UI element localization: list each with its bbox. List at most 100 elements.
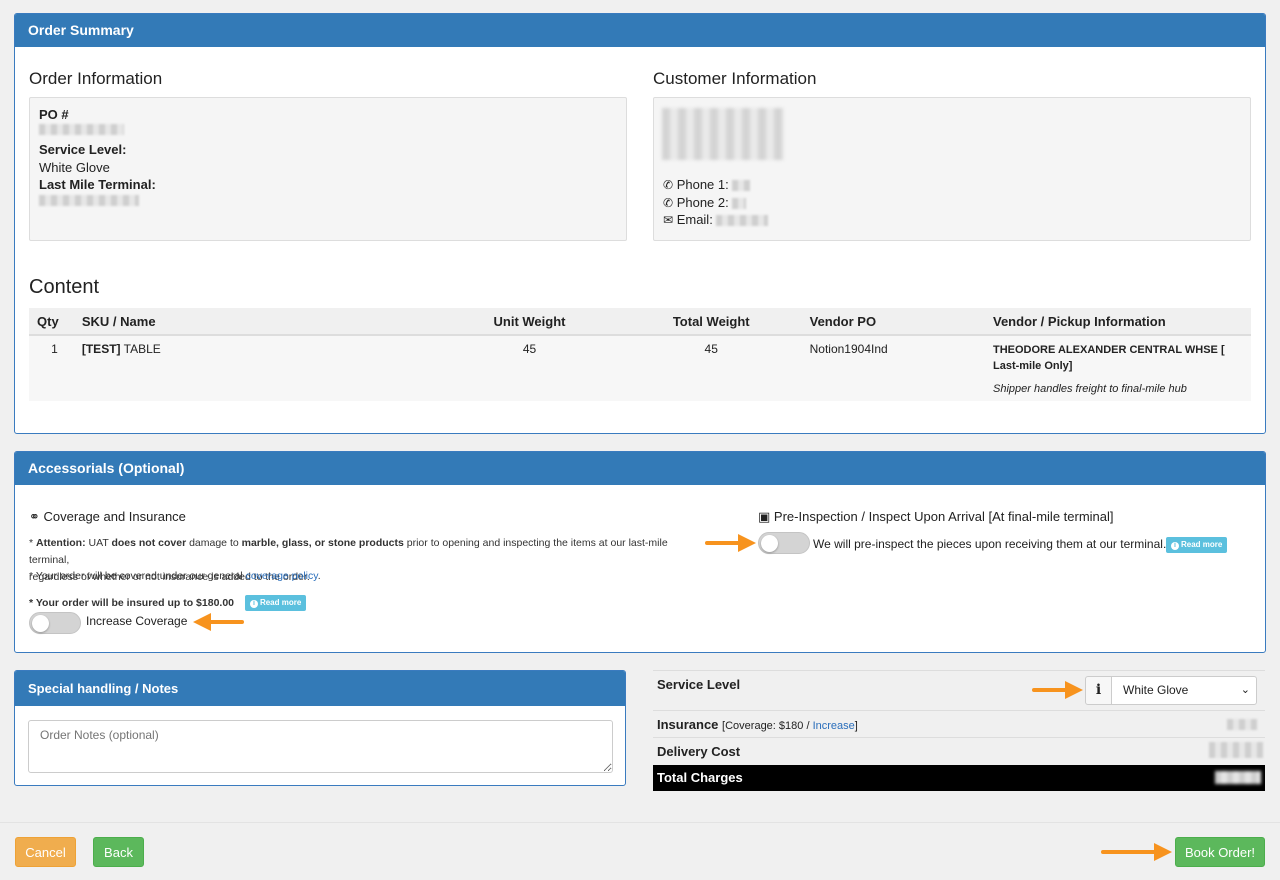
footer-divider xyxy=(0,822,1280,823)
service-level-selected: White Glove xyxy=(1123,683,1189,697)
annotation-arrow-icon xyxy=(1032,681,1083,699)
row-unit-weight: 45 xyxy=(438,335,621,401)
phone2-row: ✆ Phone 2: xyxy=(663,195,747,210)
email-label: Email: xyxy=(676,212,713,227)
phone-icon: ✆ xyxy=(663,196,674,210)
insurance-coverage-prefix: [Coverage: $180 / xyxy=(722,720,810,732)
phone1-value-redacted xyxy=(732,180,751,192)
content-table-header: Qty SKU / Name Unit Weight Total Weight … xyxy=(29,308,1251,336)
order-information-title: Order Information xyxy=(29,69,163,88)
insurance-coverage: [Coverage: $180 / Increase] xyxy=(722,720,858,732)
attention-materials: marble, glass, or stone products xyxy=(241,537,404,549)
customer-information-box: ✆ Phone 1: ✆ Phone 2: ✉ Email: xyxy=(653,97,1251,241)
toggle-knob xyxy=(32,615,49,632)
attention-label: Attention: xyxy=(36,537,86,549)
insurance-row: Insurance [Coverage: $180 / Increase] xyxy=(653,710,1265,737)
insurance-label: Insurance xyxy=(657,717,719,732)
accessorials-header: Accessorials (Optional) xyxy=(15,452,1265,485)
increase-coverage-label: Increase Coverage xyxy=(86,614,188,628)
service-level-label: Service Level: xyxy=(39,142,127,157)
email-row: ✉ Email: xyxy=(663,212,769,227)
chevron-down-icon: ⌄ xyxy=(1240,684,1250,696)
cancel-button[interactable]: Cancel xyxy=(15,837,76,867)
insurance-coverage-suffix: ] xyxy=(854,720,858,732)
terminal-value-redacted xyxy=(39,195,139,206)
attention-company: UAT xyxy=(88,537,109,549)
order-summary-panel: Order Summary Order Information PO # Ser… xyxy=(14,13,1266,434)
col-vendor-info: Vendor / Pickup Information xyxy=(985,308,1251,336)
order-information-box: PO # Service Level: White Glove Last Mil… xyxy=(29,97,627,241)
attention-does-not-cover: does not cover xyxy=(111,537,187,549)
sku-tag: [TEST] xyxy=(81,342,121,356)
covered-text: * Your order will be covered under our g… xyxy=(29,570,243,582)
service-level-value: White Glove xyxy=(39,160,110,175)
summary-service-level-label: Service Level xyxy=(657,677,741,692)
col-sku: SKU / Name xyxy=(73,308,439,336)
phone1-row: ✆ Phone 1: xyxy=(663,177,751,192)
preinspect-read-more-badge[interactable]: i Read more xyxy=(1166,537,1228,553)
row-vendor-info: THEODORE ALEXANDER CENTRAL WHSE [ Last-m… xyxy=(985,335,1251,401)
phone-icon: ✆ xyxy=(663,178,674,192)
coverage-title-row: ⚭ Coverage and Insurance xyxy=(29,509,186,525)
service-level-select[interactable]: White Glove ⌄ xyxy=(1111,676,1257,705)
row-sku: [TEST] TABLE xyxy=(73,335,439,401)
terminal-label: Last Mile Terminal: xyxy=(39,177,156,192)
notes-header: Special handling / Notes xyxy=(15,671,625,706)
covered-period: . xyxy=(317,570,321,582)
book-order-button[interactable]: Book Order! xyxy=(1175,837,1265,867)
table-row: 1 [TEST] TABLE 45 45 Notion1904Ind THEOD… xyxy=(29,335,1251,401)
delivery-cost-label: Delivery Cost xyxy=(657,744,741,759)
preinspect-title: Pre-Inspection / Inspect Upon Arrival [A… xyxy=(773,509,1114,524)
insured-text: * Your order will be insured up to $180.… xyxy=(29,596,235,609)
col-vendor-po: Vendor PO xyxy=(801,308,985,336)
info-icon: i xyxy=(1095,682,1102,698)
total-charges-redacted xyxy=(1215,771,1261,784)
preinspect-title-row: ▣ Pre-Inspection / Inspect Upon Arrival … xyxy=(758,509,1114,525)
covered-text-row: * Your order will be covered under our g… xyxy=(29,570,321,582)
attention-damage-to: damage to xyxy=(189,537,239,549)
service-level-row: Service Level i White Glove ⌄ xyxy=(653,670,1265,710)
coverage-read-more-badge[interactable]: i Read more xyxy=(244,595,307,611)
envelope-icon: ✉ xyxy=(663,213,674,227)
email-value-redacted xyxy=(716,215,769,227)
row-vendor-po: Notion1904Ind xyxy=(801,335,985,401)
coverage-title: Coverage and Insurance xyxy=(43,509,186,524)
annotation-arrow-icon xyxy=(705,534,756,552)
service-level-info-button[interactable]: i xyxy=(1085,676,1112,705)
vendor-name: THEODORE ALEXANDER CENTRAL WHSE [ Last-m… xyxy=(993,344,1225,372)
toggle-knob xyxy=(761,535,778,552)
back-button[interactable]: Back xyxy=(93,837,144,867)
notes-panel: Special handling / Notes xyxy=(14,670,626,786)
info-icon: i xyxy=(1171,542,1179,550)
po-label: PO # xyxy=(39,107,69,122)
phone2-value-redacted xyxy=(732,198,747,210)
col-unit-weight: Unit Weight xyxy=(438,308,621,336)
info-icon: i xyxy=(249,600,258,608)
delivery-cost-row: Delivery Cost xyxy=(653,737,1265,765)
vendor-note: Shipper handles freight to final-mile hu… xyxy=(993,383,1187,395)
phone2-label: Phone 2: xyxy=(676,195,729,210)
customer-information-title: Customer Information xyxy=(653,69,817,88)
insured-row: * Your order will be insured up to $180.… xyxy=(29,595,307,611)
read-more-label: Read more xyxy=(259,598,302,607)
coverage-policy-link[interactable]: coverage policy xyxy=(246,570,318,582)
total-charges-label: Total Charges xyxy=(657,770,743,785)
insurance-increase-link[interactable]: Increase xyxy=(813,720,855,732)
row-total-weight: 45 xyxy=(620,335,802,401)
sku-name: TABLE xyxy=(123,342,161,356)
total-charges-row: Total Charges xyxy=(653,765,1265,791)
content-title: Content xyxy=(29,276,100,298)
content-table: Qty SKU / Name Unit Weight Total Weight … xyxy=(29,308,1251,401)
delivery-cost-redacted xyxy=(1209,742,1263,758)
insurance-amount-redacted xyxy=(1227,719,1257,730)
unlink-icon: ⚭ xyxy=(29,509,40,524)
customer-name-redacted xyxy=(662,108,784,160)
increase-coverage-toggle[interactable] xyxy=(29,612,81,634)
box-icon: ▣ xyxy=(758,509,771,524)
order-summary-header: Order Summary xyxy=(15,14,1265,47)
order-notes-textarea[interactable] xyxy=(28,720,613,773)
col-qty: Qty xyxy=(29,308,74,336)
po-value-redacted xyxy=(39,124,124,135)
annotation-arrow-icon xyxy=(1101,843,1172,861)
preinspect-toggle[interactable] xyxy=(758,532,810,554)
